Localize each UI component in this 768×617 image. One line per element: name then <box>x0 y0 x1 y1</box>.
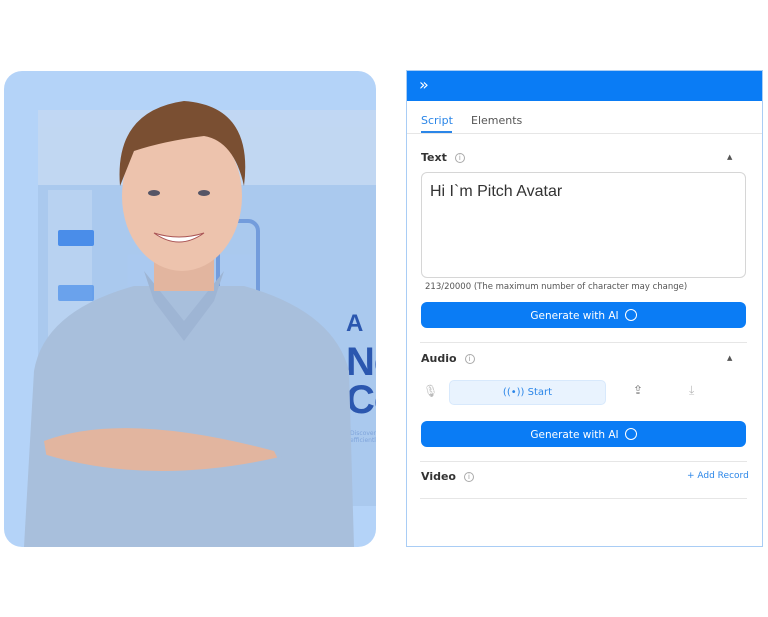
upload-icon[interactable]: ⇪ <box>633 383 643 397</box>
avatar-card: A Nex Cor Discovering bu... efficiently. <box>4 71 376 547</box>
avatar-person <box>24 101 354 547</box>
button-label: Generate with AI <box>530 428 619 441</box>
add-record-link[interactable]: + Add Record <box>687 471 749 481</box>
brain-icon <box>624 308 637 321</box>
panel-header: » <box>407 71 762 101</box>
mic-off-icon[interactable]: 🎙︎ <box>423 384 438 398</box>
collapse-caret-icon[interactable]: ▲ <box>727 153 732 161</box>
video-section-header: Video i <box>421 470 474 483</box>
info-icon[interactable]: i <box>454 153 465 163</box>
collapse-caret-icon[interactable]: ▲ <box>727 354 732 362</box>
audio-label: Audio <box>421 352 457 365</box>
character-counter: 213/20000 (The maximum number of charact… <box>425 282 688 292</box>
broadcast-icon: ((•)) <box>502 387 525 398</box>
divider <box>420 461 747 462</box>
text-section-header: Text i <box>421 151 465 164</box>
tab-script[interactable]: Script <box>421 114 453 127</box>
generate-text-ai-button[interactable]: Generate with AI <box>421 302 746 328</box>
tab-elements[interactable]: Elements <box>471 114 522 127</box>
start-label: Start <box>527 387 553 398</box>
brain-icon <box>624 427 637 440</box>
audio-section-header: Audio i <box>421 352 475 365</box>
divider <box>407 133 762 134</box>
download-icon[interactable]: ⤓ <box>689 383 694 398</box>
info-icon[interactable]: i <box>463 472 474 482</box>
generate-audio-ai-button[interactable]: Generate with AI <box>421 421 746 447</box>
script-panel: » Script Elements Text i ▲ Hi I`m Pitch A… <box>406 70 763 547</box>
text-label: Text <box>421 151 447 164</box>
start-recording-button[interactable]: ((•)) Start <box>449 380 606 405</box>
double-chevron-right-icon[interactable]: » <box>419 75 429 94</box>
script-text-input[interactable]: Hi I`m Pitch Avatar <box>421 172 746 278</box>
divider <box>420 498 747 499</box>
button-label: Generate with AI <box>530 309 619 322</box>
divider <box>420 342 747 343</box>
info-icon[interactable]: i <box>464 354 475 364</box>
video-label: Video <box>421 470 456 483</box>
